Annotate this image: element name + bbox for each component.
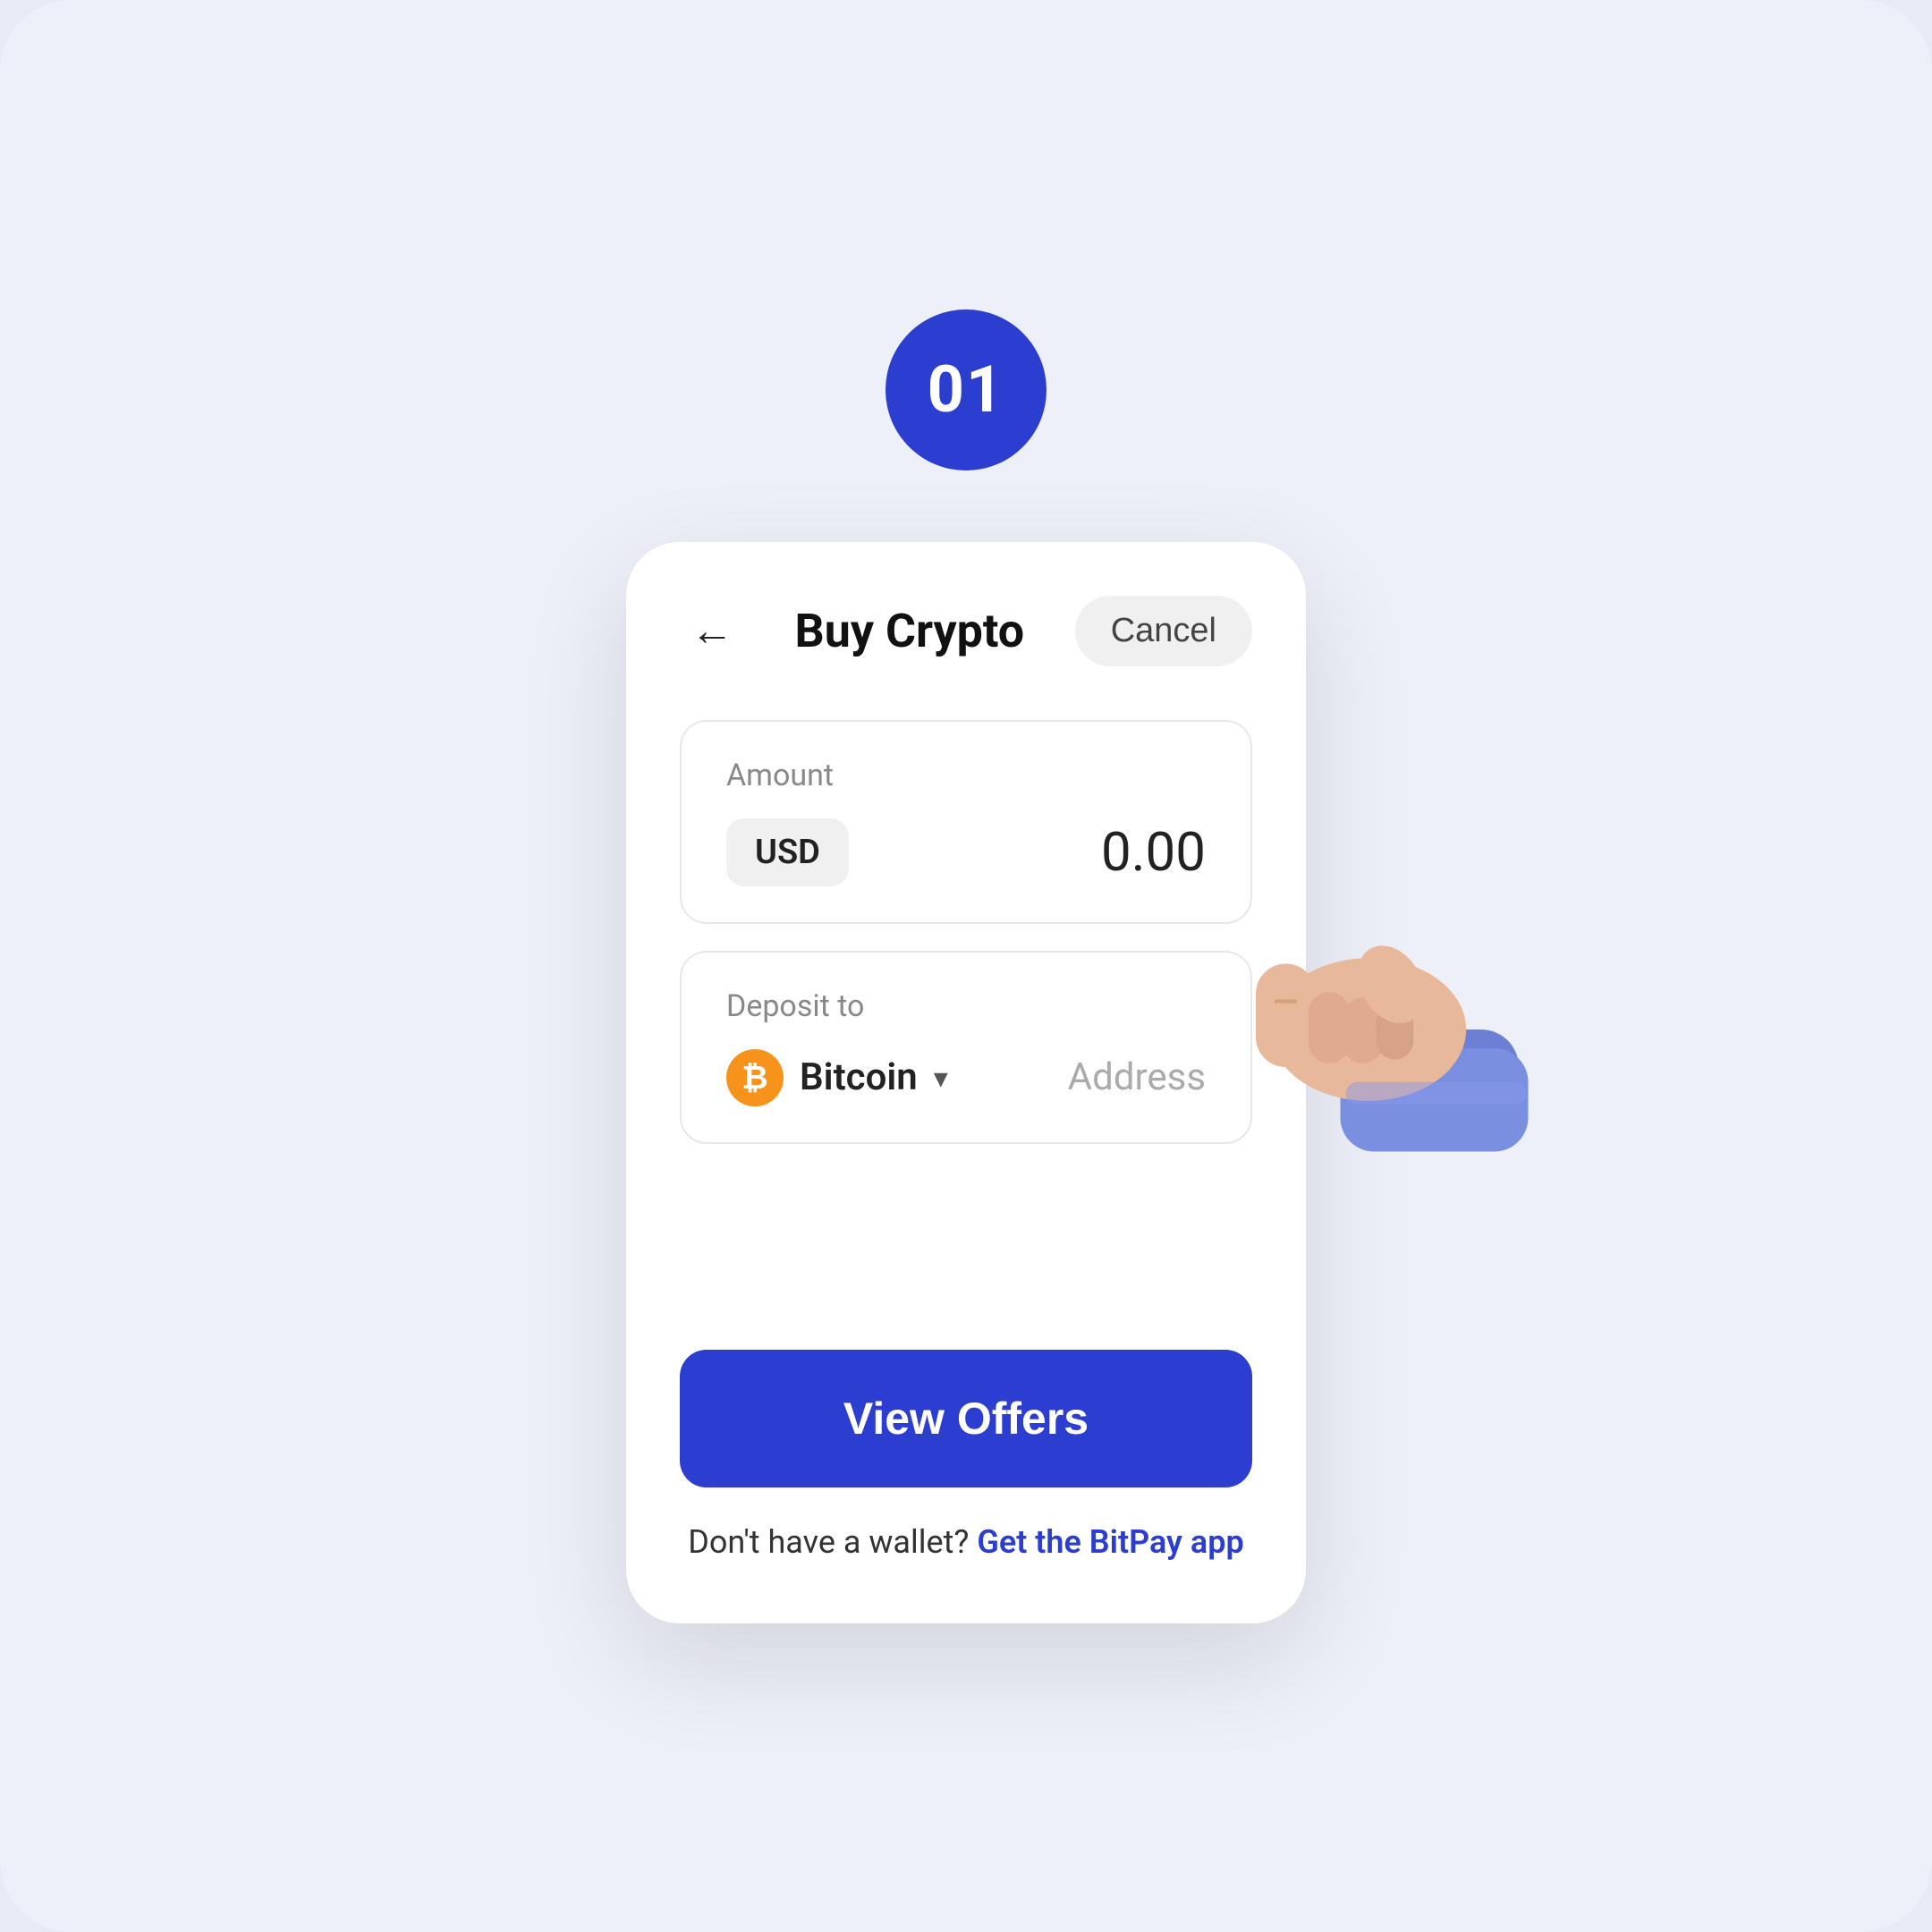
phone-card: ← Buy Crypto Cancel Amount USD 0.00 Depo… xyxy=(626,542,1306,1623)
deposit-label: Deposit to xyxy=(726,988,1206,1024)
back-button[interactable]: ← xyxy=(680,598,744,663)
coin-selector[interactable]: ₿ Bitcoin ▾ xyxy=(726,1049,948,1106)
page-title: Buy Crypto xyxy=(795,604,1025,658)
cancel-button[interactable]: Cancel xyxy=(1075,596,1252,666)
bitcoin-icon: ₿ xyxy=(726,1049,784,1106)
view-offers-button[interactable]: View Offers xyxy=(680,1350,1252,1487)
outer-background: 01 ← Buy Crypto Cancel Amount USD 0.00 xyxy=(0,0,1932,1932)
phone-header: ← Buy Crypto Cancel xyxy=(680,596,1252,666)
amount-card: Amount USD 0.00 xyxy=(680,720,1252,924)
amount-value[interactable]: 0.00 xyxy=(1101,820,1206,884)
step-number: 01 xyxy=(928,352,1005,428)
bitpay-link[interactable]: Get the BitPay app xyxy=(977,1523,1243,1561)
coin-name: Bitcoin xyxy=(800,1055,918,1099)
amount-row: USD 0.00 xyxy=(726,818,1206,886)
step-badge: 01 xyxy=(886,309,1046,470)
back-arrow-icon: ← xyxy=(691,609,733,652)
footer-static-text: Don't have a wallet? xyxy=(688,1523,969,1561)
spacer xyxy=(680,1171,1252,1350)
chevron-down-icon: ▾ xyxy=(934,1061,948,1095)
deposit-row: ₿ Bitcoin ▾ Address xyxy=(726,1049,1206,1106)
currency-selector[interactable]: USD xyxy=(726,818,849,886)
amount-label: Amount xyxy=(726,758,1206,793)
deposit-card: Deposit to ₿ Bitcoin ▾ Address xyxy=(680,951,1252,1144)
phone-wrapper: ← Buy Crypto Cancel Amount USD 0.00 Depo… xyxy=(626,542,1306,1623)
footer-text: Don't have a wallet? Get the BitPay app xyxy=(680,1523,1252,1561)
address-placeholder[interactable]: Address xyxy=(1068,1055,1206,1099)
